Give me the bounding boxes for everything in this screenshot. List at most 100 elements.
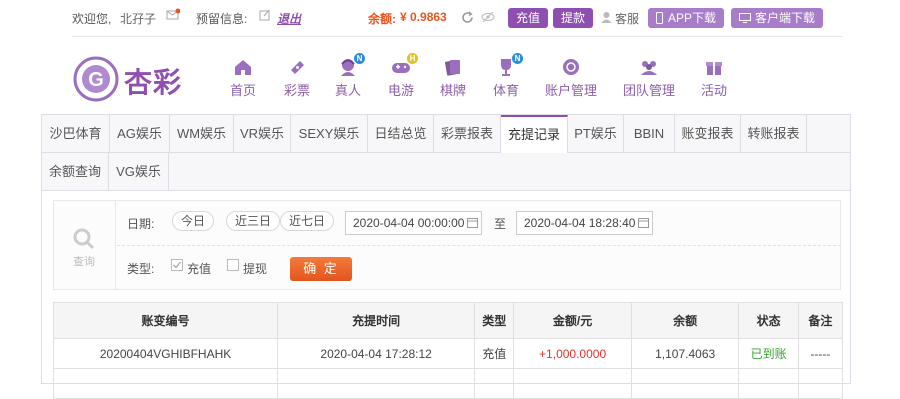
logo[interactable]: G 杏彩: [72, 55, 190, 102]
nav-label: 电游: [387, 83, 414, 98]
type-label: 类型:: [127, 262, 155, 276]
nav-label: 团队管理: [622, 83, 675, 98]
gamepad-icon: H: [390, 53, 418, 78]
tab-balance-change-report[interactable]: 账变报表: [675, 115, 741, 153]
last-3-days-button[interactable]: 近三日: [226, 211, 281, 231]
col-header-type: 类型: [474, 302, 515, 339]
tab-bbin[interactable]: BBIN: [624, 115, 675, 153]
edit-icon[interactable]: [259, 9, 271, 24]
nav-item-sports[interactable]: N 体育: [476, 53, 536, 99]
tab-sexy[interactable]: SEXY娱乐: [291, 115, 368, 153]
cell-remark: -----: [797, 338, 844, 369]
cell-status: 已到账: [738, 338, 799, 369]
nav-label: 账户管理: [544, 83, 597, 98]
tab-vg[interactable]: VG娱乐: [109, 153, 169, 191]
table-row[interactable]: 20200404VGHIBFHAHK 2020-04-04 17:28:12 充…: [52, 338, 844, 369]
nav-item-promo[interactable]: 活动: [684, 56, 744, 99]
phone-icon: [656, 12, 663, 24]
col-header-status: 状态: [738, 302, 799, 339]
to-label: 至: [494, 217, 507, 231]
ticket-icon: [286, 56, 308, 78]
deposit-button[interactable]: 充值: [508, 8, 549, 28]
live-dealer-icon: N: [337, 53, 365, 78]
tab-vr[interactable]: VR娱乐: [234, 115, 291, 153]
records-table: 账变编号 充提时间 类型 金额/元 余额 状态 备注 20200404VGHIB…: [52, 302, 844, 399]
refresh-icon[interactable]: [461, 11, 474, 27]
tab-row-2: 余额查询 VG娱乐: [42, 153, 850, 191]
nav-item-slots[interactable]: H 电游: [371, 53, 431, 99]
table-header-row: 账变编号 充提时间 类型 金额/元 余额 状态 备注: [52, 302, 844, 339]
nav-item-live[interactable]: N 真人: [318, 53, 378, 99]
tab-balance-query[interactable]: 余额查询: [42, 153, 109, 191]
start-date-input[interactable]: 2020-04-04 00:00:00: [345, 211, 482, 235]
today-button[interactable]: 今日: [172, 211, 215, 231]
monitor-icon: [739, 13, 751, 23]
tab-lottery-report[interactable]: 彩票报表: [434, 115, 501, 153]
query-block[interactable]: 查询: [54, 201, 116, 289]
tab-transfer-report[interactable]: 转账报表: [741, 115, 807, 153]
col-header-balance: 余额: [630, 302, 740, 339]
hot-badge: H: [407, 53, 418, 64]
svg-text:G: G: [88, 69, 104, 91]
logo-text: 杏彩: [124, 66, 183, 99]
confirm-button[interactable]: 确 定: [290, 257, 352, 281]
cell-type: 充值: [474, 338, 515, 369]
tab-deposit-withdraw-records[interactable]: 充提记录: [501, 115, 568, 154]
start-date-value: 2020-04-04 00:00:00: [353, 216, 465, 230]
filter-divider: [117, 245, 841, 246]
nav-label: 首页: [229, 83, 256, 98]
cell-id: 20200404VGHIBFHAHK: [52, 338, 279, 369]
divider: [72, 36, 842, 37]
nav-item-home[interactable]: 首页: [213, 56, 273, 99]
team-icon: [638, 56, 660, 78]
reserved-info-label: 预留信息:: [196, 12, 248, 26]
logout-link[interactable]: 退出: [277, 10, 301, 27]
last-7-days-button[interactable]: 近七日: [280, 211, 335, 231]
withdraw-checkbox-label: 提现: [243, 262, 268, 276]
tab-wm[interactable]: WM娱乐: [170, 115, 234, 153]
hide-eye-icon[interactable]: [481, 11, 495, 26]
end-date-input[interactable]: 2020-04-04 18:28:40: [516, 211, 653, 235]
nav-label: 棋牌: [439, 83, 466, 98]
withdraw-checkbox[interactable]: [227, 259, 239, 271]
withdraw-button[interactable]: 提款: [553, 8, 594, 28]
new-badge: N: [512, 53, 523, 64]
app-download-button[interactable]: APP下载: [648, 8, 725, 28]
balance-value: ¥ 0.9863: [400, 10, 447, 24]
cell-balance: 1,107.4063: [630, 338, 740, 369]
cell-time: 2020-04-04 17:28:12: [277, 338, 476, 369]
nav-label: 体育: [492, 83, 519, 98]
home-icon: [232, 56, 254, 78]
client-download-label: 客户端下载: [755, 11, 816, 25]
end-date-value: 2020-04-04 18:28:40: [524, 216, 636, 230]
service-link[interactable]: 客服: [615, 10, 639, 27]
username[interactable]: 北孖子: [120, 10, 156, 27]
app-download-label: APP下载: [668, 11, 717, 25]
client-download-button[interactable]: 客户端下载: [731, 8, 824, 28]
gift-icon: [703, 56, 725, 78]
nav-item-team[interactable]: 团队管理: [619, 56, 679, 99]
mail-icon[interactable]: [166, 8, 181, 23]
search-icon: [73, 228, 95, 250]
tab-row-1: 沙巴体育 AG娱乐 WM娱乐 VR娱乐 SEXY娱乐 日结总览 彩票报表 充提记…: [42, 115, 850, 154]
balance-label: 余额:: [368, 12, 396, 26]
service-icon[interactable]: [601, 11, 612, 26]
nav-item-account[interactable]: 账户管理: [541, 56, 601, 99]
account-icon: [560, 56, 582, 78]
cards-icon: [442, 56, 464, 78]
trophy-icon: N: [495, 53, 523, 78]
tab-pt[interactable]: PT娱乐: [568, 115, 624, 153]
query-label: 查询: [73, 256, 95, 268]
col-header-amount: 金额/元: [513, 302, 632, 339]
content-panel: 沙巴体育 AG娱乐 WM娱乐 VR娱乐 SEXY娱乐 日结总览 彩票报表 充提记…: [41, 114, 851, 399]
tab-ag[interactable]: AG娱乐: [110, 115, 170, 153]
cell-amount: +1,000.0000: [513, 338, 632, 369]
tab-saba-sports[interactable]: 沙巴体育: [42, 115, 110, 153]
tab-daily-overview[interactable]: 日结总览: [368, 115, 434, 153]
deposit-checkbox[interactable]: [171, 259, 183, 271]
logo-icon: G: [73, 56, 119, 102]
nav-label: 活动: [700, 83, 727, 98]
nav-item-chess[interactable]: 棋牌: [423, 56, 483, 99]
top-bar: 欢迎您, 北孖子 预留信息: 退出 余额: ¥ 0.9863 充值 提款 客服 …: [0, 0, 900, 36]
table-row[interactable]: [52, 368, 844, 399]
